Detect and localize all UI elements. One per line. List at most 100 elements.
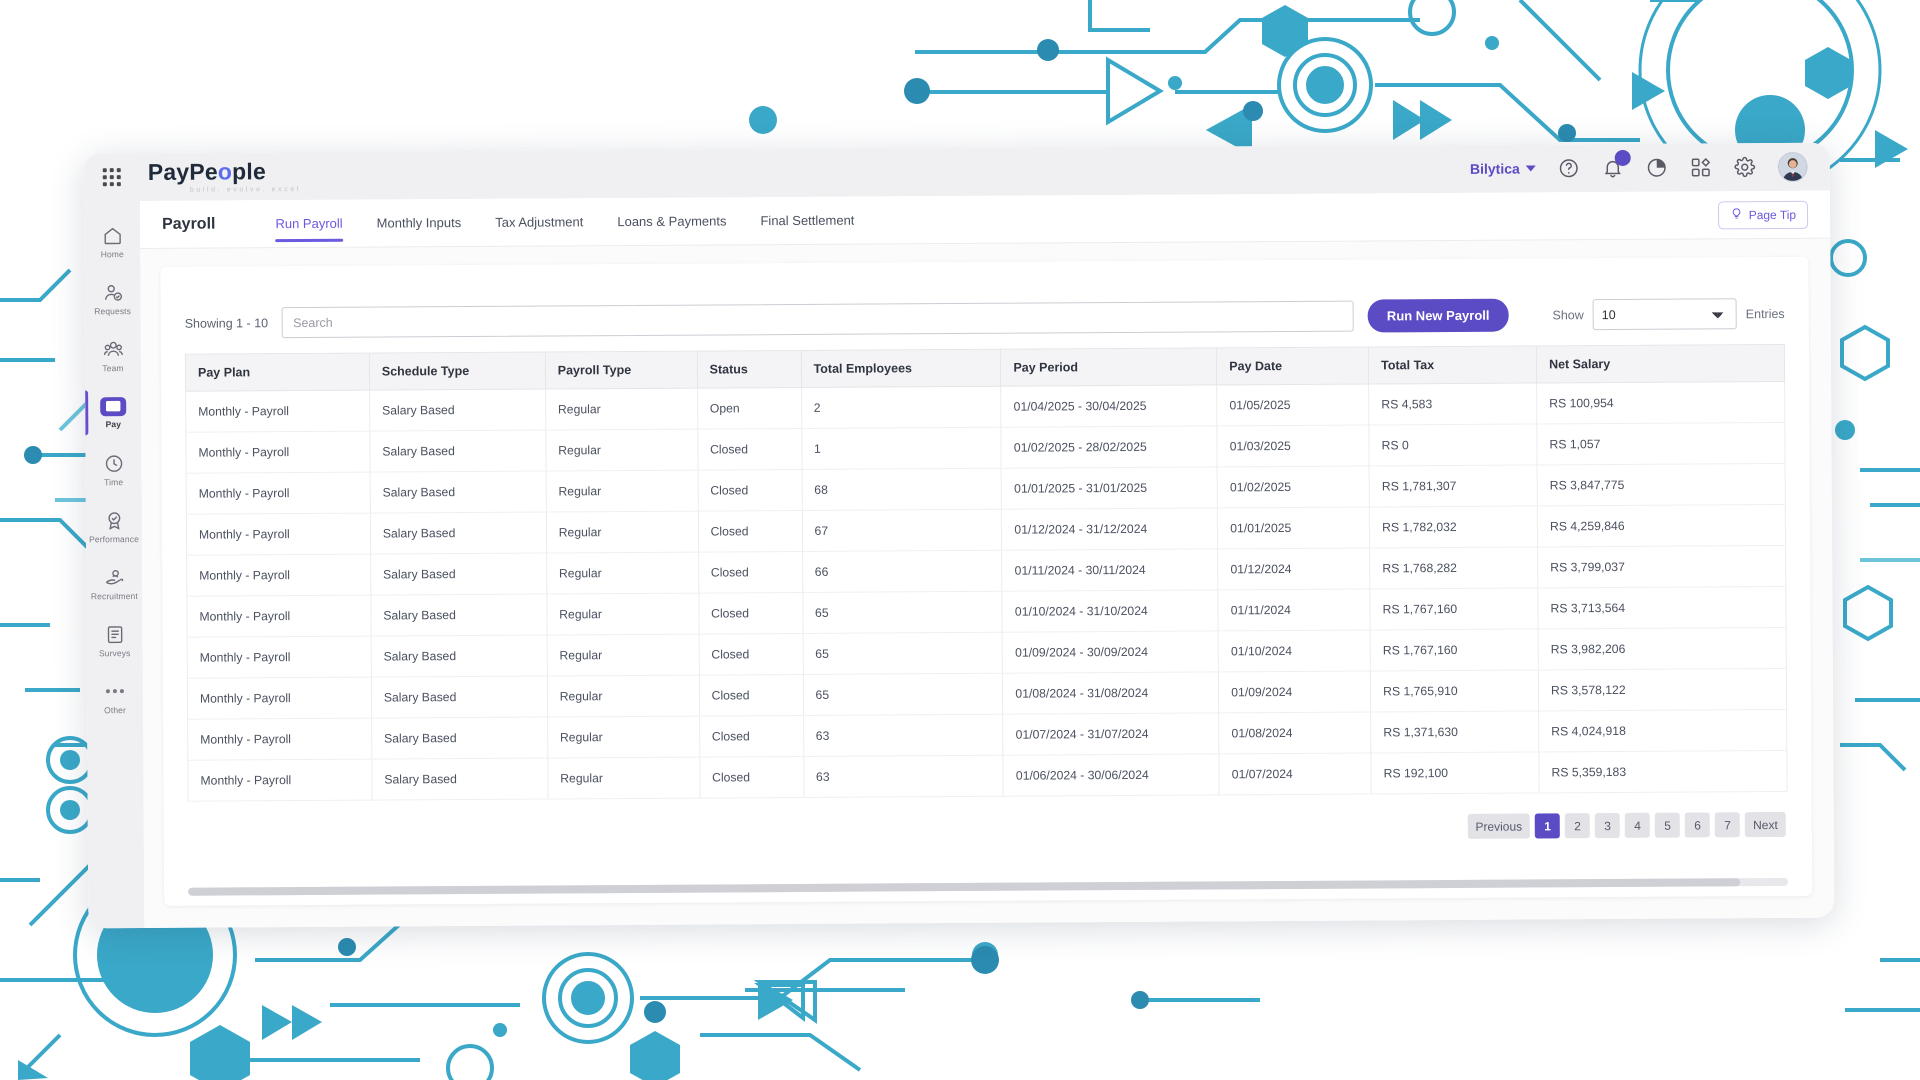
cell-status: Closed — [699, 756, 804, 799]
column-header-net-salary[interactable]: Net Salary — [1536, 344, 1785, 383]
org-switcher[interactable]: Bilytica — [1470, 160, 1536, 177]
pagination-previous[interactable]: Previous — [1467, 813, 1531, 839]
tab-tax-adjustment[interactable]: Tax Adjustment — [495, 198, 583, 247]
cell-pay-plan: Monthly - Payroll — [186, 513, 371, 556]
cell-total-employees: 63 — [803, 714, 1004, 757]
pagination: Previous 1 2 3 4 5 6 7 Next — [164, 792, 1812, 847]
cell-total-tax: RS 192,100 — [1371, 751, 1540, 794]
sidebar-label: Team — [102, 362, 124, 373]
cell-pay-date: 01/08/2024 — [1218, 711, 1372, 754]
sidebar-item-time[interactable]: Time — [85, 441, 141, 498]
pagination-page-6[interactable]: 6 — [1685, 812, 1711, 838]
sidebar-item-team[interactable]: Team — [85, 327, 141, 384]
cell-pay-date: 01/02/2025 — [1217, 465, 1370, 508]
sidebar-label: Other — [104, 704, 126, 715]
gear-icon[interactable] — [1734, 156, 1756, 178]
sidebar-label: Home — [100, 248, 124, 259]
cell-total-employees: 68 — [801, 468, 1002, 511]
search-input[interactable] — [281, 300, 1354, 339]
cell-schedule-type: Salary Based — [369, 430, 546, 473]
sidebar-item-home[interactable]: Home — [84, 213, 140, 270]
sidebar-item-recruitment[interactable]: Recruitment — [86, 555, 142, 612]
cell-pay-period: 01/06/2024 - 30/06/2024 — [1003, 753, 1220, 797]
cell-total-employees: 63 — [803, 755, 1004, 798]
run-new-payroll-button[interactable]: Run New Payroll — [1367, 298, 1509, 333]
horizontal-scrollbar[interactable] — [188, 877, 1789, 896]
pie-chart-icon[interactable] — [1646, 157, 1668, 179]
cell-total-employees: 65 — [802, 591, 1003, 634]
sidebar-item-requests[interactable]: Requests — [84, 270, 140, 327]
column-header-pay-date[interactable]: Pay Date — [1216, 346, 1369, 385]
brand-name-part-b: ple — [231, 157, 266, 184]
pagination-next[interactable]: Next — [1745, 811, 1786, 838]
column-header-total-tax[interactable]: Total Tax — [1368, 345, 1537, 384]
avatar[interactable] — [1777, 151, 1808, 182]
cell-total-employees: 2 — [801, 386, 1002, 429]
cell-payroll-type: Regular — [545, 429, 698, 472]
page-tip-button[interactable]: Page Tip — [1717, 200, 1809, 229]
cell-payroll-type: Regular — [546, 552, 699, 595]
cell-status: Closed — [699, 715, 804, 758]
column-header-total-employees[interactable]: Total Employees — [800, 349, 1002, 388]
cell-net-salary: RS 3,799,037 — [1537, 545, 1786, 588]
column-header-pay-period[interactable]: Pay Period — [1000, 347, 1217, 387]
cell-pay-date: 01/05/2025 — [1216, 383, 1370, 426]
cell-schedule-type: Salary Based — [371, 676, 548, 719]
cell-payroll-type: Regular — [546, 634, 699, 677]
cell-status: Closed — [697, 510, 803, 553]
cell-pay-plan: Monthly - Payroll — [187, 636, 372, 679]
brand-tagline: build. evolve. excel — [189, 185, 302, 194]
cell-pay-period: 01/12/2024 - 31/12/2024 — [1001, 507, 1218, 551]
help-circle-icon[interactable] — [1558, 157, 1580, 179]
cell-pay-date: 01/11/2024 — [1218, 588, 1371, 631]
requests-icon — [102, 282, 123, 303]
tab-loans-payments[interactable]: Loans & Payments — [617, 197, 726, 246]
pagination-page-4[interactable]: 4 — [1625, 812, 1651, 838]
pagination-page-3[interactable]: 3 — [1595, 812, 1621, 839]
tab-run-payroll[interactable]: Run Payroll — [275, 199, 342, 247]
cell-total-tax: RS 1,767,160 — [1370, 587, 1539, 630]
cell-total-tax: RS 1,768,282 — [1369, 546, 1538, 589]
pagination-page-7[interactable]: 7 — [1715, 812, 1741, 838]
grid-apps-icon — [102, 168, 121, 187]
sidebar-item-performance[interactable]: Performance — [86, 498, 142, 555]
pagination-page-2[interactable]: 2 — [1565, 813, 1591, 839]
tab-bar: Run Payroll Monthly Inputs Tax Adjustmen… — [275, 196, 854, 248]
cell-payroll-type: Regular — [547, 675, 700, 718]
pagination-page-5[interactable]: 5 — [1655, 812, 1681, 838]
tab-monthly-inputs[interactable]: Monthly Inputs — [376, 199, 462, 248]
grid-apps-icon[interactable] — [1690, 156, 1712, 178]
tab-final-settlement[interactable]: Final Settlement — [760, 196, 854, 245]
pagination-page-1[interactable]: 1 — [1535, 813, 1561, 839]
cell-status: Closed — [698, 674, 804, 717]
sidebar-item-surveys[interactable]: Surveys — [86, 612, 142, 669]
cell-net-salary: RS 3,578,122 — [1538, 668, 1787, 711]
cell-pay-date: 01/09/2024 — [1218, 670, 1371, 713]
cell-status: Closed — [698, 551, 803, 594]
cell-schedule-type: Salary Based — [371, 758, 548, 801]
column-header-schedule-type[interactable]: Schedule Type — [369, 352, 546, 391]
sidebar-item-pay[interactable]: Pay — [85, 384, 141, 441]
sidebar-label: Requests — [94, 305, 132, 316]
cell-status: Closed — [698, 633, 803, 676]
clock-icon — [103, 453, 124, 474]
column-header-status[interactable]: Status — [697, 350, 802, 389]
sidebar: Home Requests Team Pay Time Performance … — [83, 200, 145, 929]
cell-total-employees: 66 — [802, 550, 1003, 593]
cell-pay-date: 01/01/2025 — [1217, 506, 1370, 549]
cell-status: Open — [697, 387, 802, 430]
entries-control: Show 10 25 50 100 Entries — [1552, 298, 1785, 331]
cell-status: Closed — [697, 469, 802, 512]
cell-payroll-type: Regular — [545, 470, 698, 513]
column-header-pay-plan[interactable]: Pay Plan — [185, 353, 370, 392]
bell-icon[interactable] — [1602, 149, 1631, 179]
cell-total-employees: 67 — [801, 509, 1003, 552]
brand-logo[interactable]: PayPeople build. evolve. excel — [148, 157, 302, 194]
column-header-payroll-type[interactable]: Payroll Type — [545, 351, 698, 390]
entries-select[interactable]: 10 25 50 100 — [1592, 298, 1737, 331]
cell-total-employees: 65 — [802, 673, 1004, 716]
sidebar-item-other[interactable]: Other — [87, 669, 143, 726]
cell-payroll-type: Regular — [547, 716, 700, 759]
app-launcher-button[interactable] — [84, 153, 140, 201]
cell-total-tax: RS 1,371,630 — [1370, 710, 1539, 753]
